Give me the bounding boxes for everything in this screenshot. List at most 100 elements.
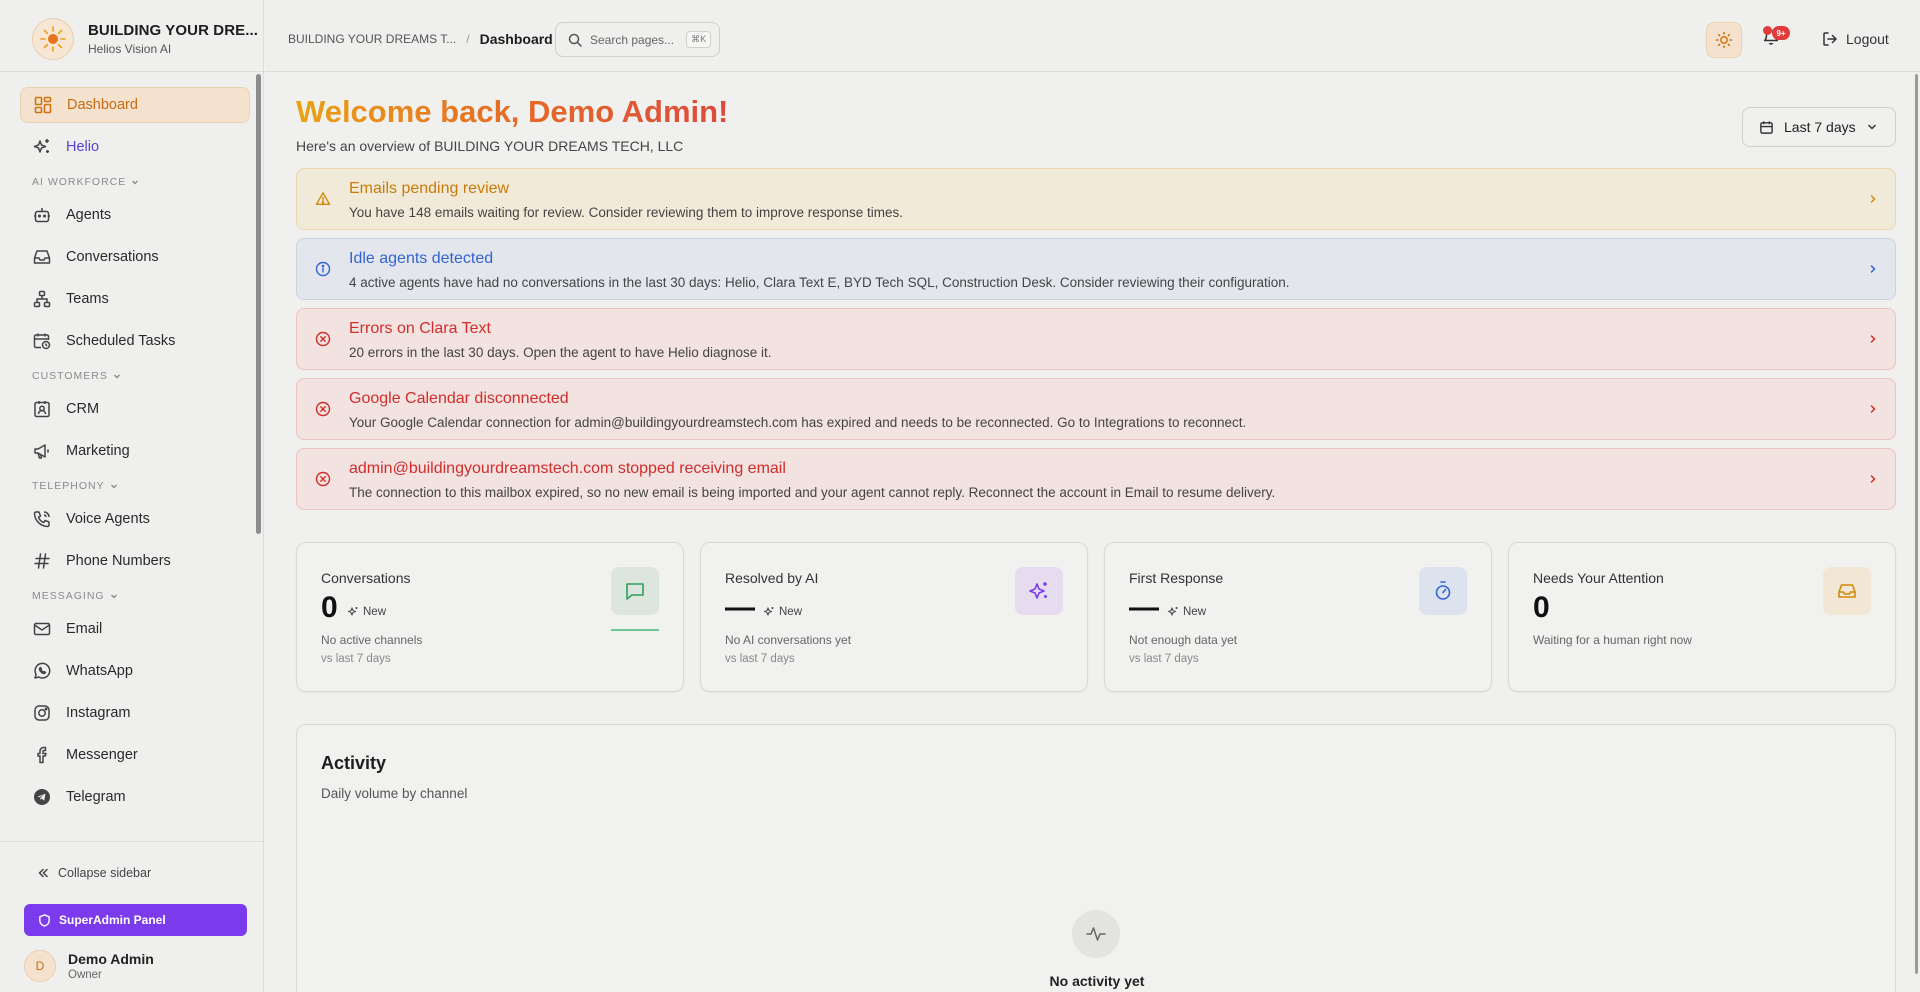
breadcrumb: BUILDING YOUR DREAMS T... / Dashboard [288,31,553,47]
sidebar-item-messenger[interactable]: Messenger [20,737,250,773]
superadmin-label: SuperAdmin Panel [59,913,166,927]
sidebar-item-conversations[interactable]: Conversations [20,239,250,275]
whatsapp-icon [32,661,52,681]
sparkles-icon [1015,567,1063,615]
date-range-select[interactable]: Last 7 days [1742,107,1896,147]
sidebar-item-label: Messenger [66,747,138,763]
sun-icon [1715,31,1733,49]
section-ai-workforce[interactable]: AI WORKFORCE [20,171,250,193]
sidebar-footer: Collapse sidebar SuperAdmin Panel D Demo… [0,841,264,992]
sidebar-item-scheduled-tasks[interactable]: Scheduled Tasks [20,323,250,359]
chevron-right-icon [1870,335,1876,343]
alert-title: Google Calendar disconnected [349,390,569,407]
stat-card-needs-attention[interactable]: Needs Your Attention 0 Waiting for a hum… [1508,542,1896,692]
chevron-down-icon [110,594,117,599]
sidebar-item-telegram[interactable]: Telegram [20,779,250,815]
alert-google-calendar[interactable]: Google Calendar disconnected Your Google… [296,378,1896,440]
x-circle-icon [315,471,331,487]
stat-label: Resolved by AI [725,570,819,586]
user-profile[interactable]: D Demo Admin Owner [24,950,154,982]
chevron-down-icon [113,374,120,379]
logout-icon [1823,32,1837,46]
chevron-down-icon [132,180,139,185]
warning-icon [315,192,331,205]
stat-badge-label: New [779,606,803,618]
logout-label: Logout [1846,31,1889,47]
hash-icon [32,551,52,571]
sidebar-item-email[interactable]: Email [20,611,250,647]
section-title: AI WORKFORCE [32,176,127,188]
calendar-clock-icon [32,331,52,351]
stat-card-first-response[interactable]: First Response — New Not enough data yet… [1104,542,1492,692]
stat-label: Conversations [321,570,411,586]
alert-clara-text-errors[interactable]: Errors on Clara Text 20 errors in the la… [296,308,1896,370]
sidebar-item-whatsapp[interactable]: WhatsApp [20,653,250,689]
stat-comparison: vs last 7 days [321,653,391,665]
telegram-icon [32,787,52,807]
chevron-down-icon [1867,124,1876,130]
sidebar-item-phone-numbers[interactable]: Phone Numbers [20,543,250,579]
avatar: D [24,950,56,982]
sidebar-item-agents[interactable]: Agents [20,197,250,233]
collapse-sidebar-label: Collapse sidebar [58,866,152,880]
search-icon [568,33,582,47]
stat-underline [611,629,659,631]
stat-label: First Response [1129,570,1224,586]
brand[interactable]: BUILDING YOUR DRE... Helios Vision AI [32,18,258,60]
sidebar-item-marketing[interactable]: Marketing [20,433,250,469]
user-name: Demo Admin [68,951,154,967]
sidebar: BUILDING YOUR DRE... Helios Vision AI Da… [0,0,264,992]
stat-card-conversations[interactable]: Conversations 0 New No active channels v… [296,542,684,692]
network-icon [32,289,52,309]
stat-badge: New [1167,606,1206,618]
alert-mailbox-stopped[interactable]: admin@buildingyourdreamstech.com stopped… [296,448,1896,510]
sidebar-item-instagram[interactable]: Instagram [20,695,250,731]
sidebar-item-teams[interactable]: Teams [20,281,250,317]
stat-badge: New [347,606,386,618]
search-input[interactable]: Search pages... ⌘K [555,22,720,57]
instagram-icon [32,703,52,723]
brand-subtitle: Helios Vision AI [88,42,172,56]
search-shortcut: ⌘K [686,31,712,48]
x-circle-icon [315,401,331,417]
collapse-sidebar-button[interactable]: Collapse sidebar [36,866,151,880]
sidebar-item-label: Dashboard [67,97,138,113]
logout-button[interactable]: Logout [1822,31,1889,47]
sidebar-item-voice-agents[interactable]: Voice Agents [20,501,250,537]
sidebar-scrollbar[interactable] [256,74,261,534]
sidebar-item-label: Helio [66,139,100,155]
date-range-value: Last 7 days [1784,119,1856,135]
sidebar-nav: Dashboard Helio AI WORKFORCE Agents Conv… [20,87,250,842]
divider [0,71,264,72]
alert-title: Emails pending review [349,180,510,197]
activity-empty-text: No activity yet [1049,973,1145,989]
calendar-icon [1760,120,1773,134]
sidebar-item-label: Email [66,621,103,637]
theme-toggle-button[interactable] [1706,22,1742,58]
sidebar-item-label: Scheduled Tasks [66,333,176,349]
facebook-icon [32,745,52,765]
section-telephony[interactable]: TELEPHONY [20,475,250,497]
page-scrollbar[interactable] [1915,74,1918,974]
sidebar-item-dashboard[interactable]: Dashboard [20,87,250,123]
alert-emails-pending[interactable]: Emails pending review You have 148 email… [296,168,1896,230]
sidebar-item-helio[interactable]: Helio [20,129,250,165]
section-title: MESSAGING [32,590,105,602]
stat-description: Not enough data yet [1129,633,1238,647]
activity-pulse-icon [1072,910,1120,958]
section-customers[interactable]: CUSTOMERS [20,365,250,387]
sidebar-item-label: CRM [66,401,100,417]
search-placeholder: Search pages... [590,32,675,47]
stat-card-resolved-by-ai[interactable]: Resolved by AI — New No AI conversations… [700,542,1088,692]
alert-idle-agents[interactable]: Idle agents detected 4 active agents hav… [296,238,1896,300]
sparkles-icon [32,137,52,157]
stat-value: 0 [1533,591,1550,624]
alert-description: You have 148 emails waiting for review. … [349,205,904,220]
breadcrumb-root[interactable]: BUILDING YOUR DREAMS T... [288,32,456,46]
brand-logo-icon [32,18,74,60]
superadmin-panel-button[interactable]: SuperAdmin Panel [24,904,247,936]
sidebar-item-label: WhatsApp [66,663,133,679]
chevron-down-icon [110,484,117,489]
sidebar-item-crm[interactable]: CRM [20,391,250,427]
section-messaging[interactable]: MESSAGING [20,585,250,607]
